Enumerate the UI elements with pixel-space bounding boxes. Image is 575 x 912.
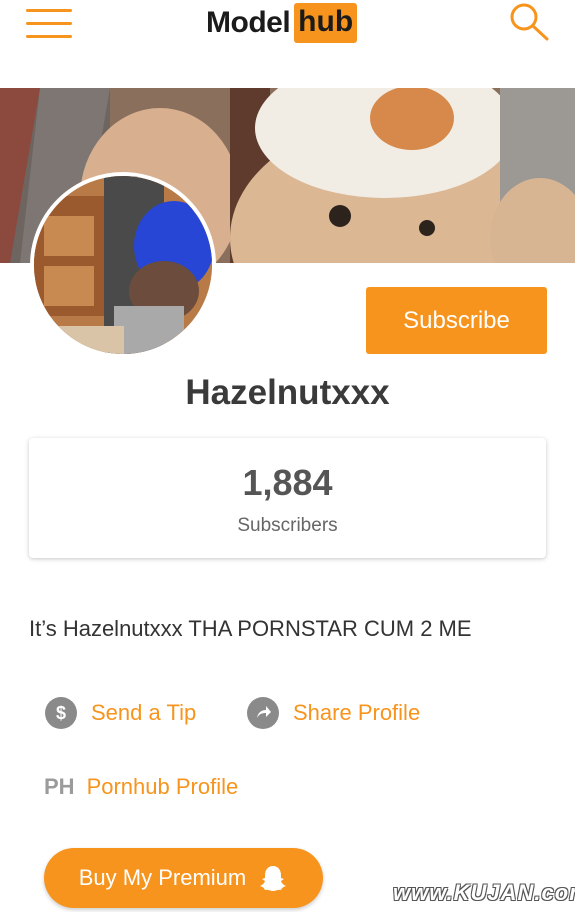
pornhub-profile-label: Pornhub Profile bbox=[86, 774, 239, 799]
top-bar: Model hub bbox=[0, 0, 575, 88]
subscribe-button[interactable]: Subscribe bbox=[366, 287, 547, 354]
search-icon[interactable] bbox=[506, 0, 550, 44]
profile-bio: It’s Hazelnutxxx THA PORNSTAR CUM 2 ME bbox=[29, 616, 472, 641]
buy-premium-button[interactable]: Buy My Premium bbox=[44, 848, 323, 908]
logo-text-right: hub bbox=[294, 3, 358, 43]
dollar-icon: $ bbox=[45, 697, 77, 729]
subscriber-count: 1,884 bbox=[242, 462, 333, 503]
snapchat-ghost-icon bbox=[260, 866, 287, 891]
send-tip-link[interactable]: $ Send a Tip bbox=[45, 697, 196, 729]
buy-premium-label: Buy My Premium bbox=[78, 865, 247, 890]
watermark-text: www.KUJAN.com bbox=[393, 880, 575, 905]
site-logo[interactable]: Model hub bbox=[206, 3, 358, 43]
hamburger-menu-icon[interactable] bbox=[26, 9, 72, 39]
logo-text-left: Model bbox=[206, 6, 291, 39]
share-icon bbox=[247, 697, 279, 729]
send-tip-label: Send a Tip bbox=[91, 700, 197, 725]
profile-username: Hazelnutxxx bbox=[185, 373, 390, 412]
avatar[interactable] bbox=[30, 172, 216, 358]
subscriber-label: Subscribers bbox=[237, 515, 338, 536]
ph-icon: PH bbox=[44, 774, 75, 799]
subscriber-stats-card: 1,884 Subscribers bbox=[29, 438, 546, 558]
share-profile-link[interactable]: Share Profile bbox=[247, 697, 420, 729]
share-profile-label: Share Profile bbox=[293, 700, 421, 725]
pornhub-profile-link[interactable]: PH Pornhub Profile bbox=[44, 774, 238, 800]
